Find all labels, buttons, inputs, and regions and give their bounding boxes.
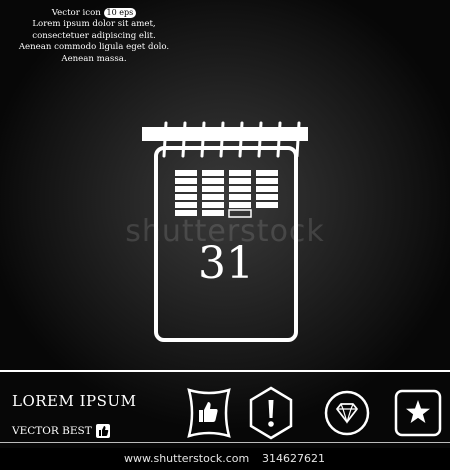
caption-prefix: Vector icon <box>51 8 101 18</box>
caption-line-5: Aenean massa. <box>61 53 127 64</box>
icon-poster: Vector icon 10 eps Lorem ipsum dolor sit… <box>0 0 450 470</box>
exclamation-icon <box>249 386 293 440</box>
caption-line-4: Aenean commodo ligula eget dolo. <box>18 42 170 53</box>
caption-line-2: Lorem ipsum dolor sit amet, <box>32 19 156 30</box>
diamond-icon <box>324 390 370 436</box>
brand-subtitle-text: VECTOR BEST <box>12 425 92 437</box>
calendar-day-number: 31 <box>198 238 254 289</box>
divider-bottom <box>0 442 450 443</box>
footer-bar: www.shutterstock.com 314627621 <box>0 448 450 470</box>
caption-line-1: Vector icon 10 eps <box>8 8 180 19</box>
divider-top <box>0 370 450 372</box>
footer-stock-id: 314627621 <box>262 452 325 465</box>
thumbs-up-small-icon <box>95 424 110 438</box>
brand-title: LOREM IPSUM <box>12 392 137 410</box>
calendar-selected-cell <box>228 209 252 218</box>
caption-line-3: consectetuer adipiscing elit. <box>32 30 156 41</box>
star-icon <box>394 389 442 437</box>
footer-url: www.shutterstock.com <box>124 452 250 465</box>
calendar-icon: 31 <box>142 121 308 342</box>
caption-block: Vector icon 10 eps Lorem ipsum dolor sit… <box>8 8 180 65</box>
eps-badge: 10 eps <box>103 8 137 18</box>
brand-subtitle: VECTOR BEST <box>12 424 110 438</box>
calendar-grid <box>175 170 278 216</box>
thumbs-up-icon <box>187 388 231 438</box>
